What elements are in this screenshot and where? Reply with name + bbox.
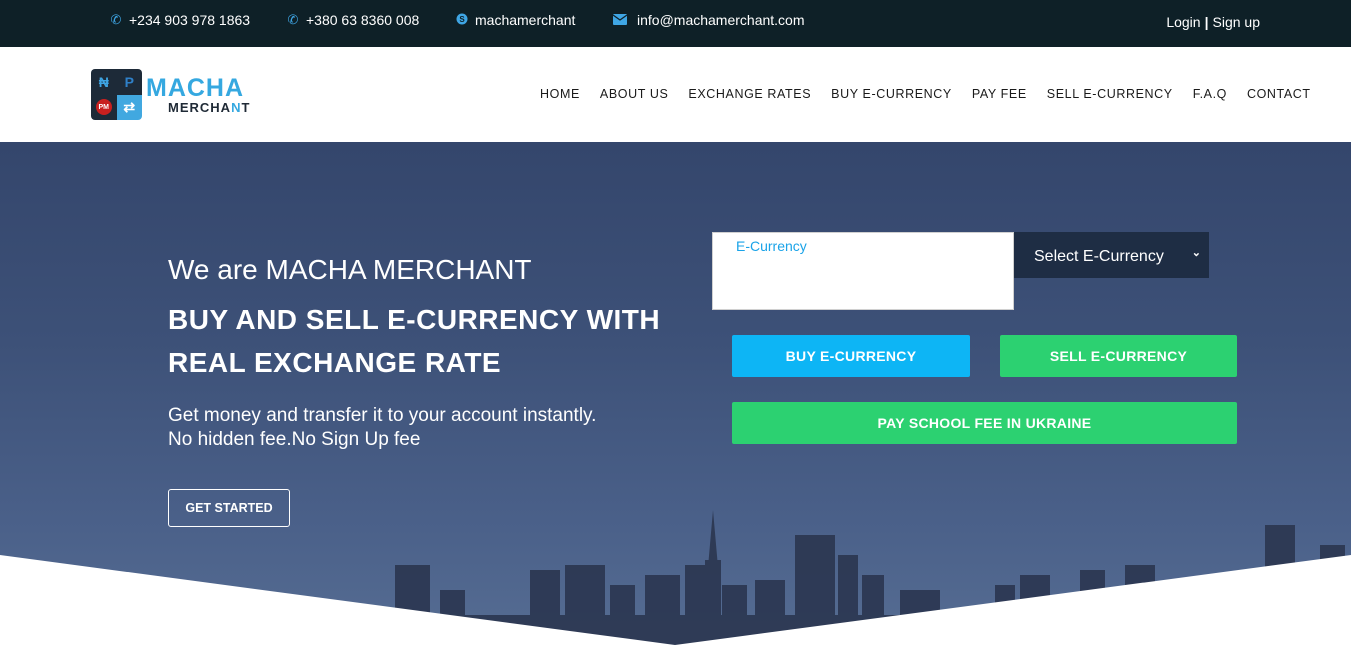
- email-address: info@machamerchant.com: [637, 12, 805, 28]
- skype-handle: machamerchant: [475, 12, 576, 28]
- perfect-money-icon: PM: [91, 94, 117, 120]
- hero-bottom-cut-shape: [0, 555, 1351, 645]
- svg-text:S: S: [459, 15, 465, 24]
- phone-contact-2[interactable]: ✆ +380 63 8360 008: [286, 12, 420, 28]
- hero-subtitle-line-2: No hidden fee.No Sign Up fee: [168, 429, 421, 450]
- e-currency-select[interactable]: Select E-Currency ⌄: [1014, 232, 1209, 278]
- nav-exchange-rates[interactable]: EXCHANGE RATES: [688, 87, 811, 101]
- phone-contact-1[interactable]: ✆ +234 903 978 1863: [109, 12, 251, 28]
- skype-contact[interactable]: S machamerchant: [455, 12, 575, 28]
- naira-icon: ₦: [91, 69, 117, 95]
- pay-school-fee-button[interactable]: PAY SCHOOL FEE IN UKRAINE: [732, 402, 1237, 444]
- e-currency-select-value: Select E-Currency: [1034, 248, 1164, 265]
- hero-subtitle: Get money and transfer it to your accoun…: [168, 404, 596, 452]
- logo-word-macha: MACHA: [146, 73, 245, 102]
- phone-number-2: +380 63 8360 008: [306, 12, 420, 28]
- paypal-icon: P: [116, 69, 142, 95]
- main-menu: HOME ABOUT US EXCHANGE RATES BUY E-CURRE…: [540, 87, 1311, 101]
- nav-sell-e-currency[interactable]: SELL E-CURRENCY: [1047, 87, 1173, 101]
- nav-pay-fee[interactable]: PAY FEE: [972, 87, 1027, 101]
- phone-number-1: +234 903 978 1863: [129, 12, 251, 28]
- logo-wordmark: MACHA MERCHANT: [146, 73, 251, 115]
- main-navbar: ₦ P PM ⇄ MACHA MERCHANT HOME ABOUT US EX…: [0, 47, 1351, 142]
- hero-intro: We are MACHA MERCHANT: [168, 254, 532, 285]
- top-contact-bar: ✆ +234 903 978 1863 ✆ +380 63 8360 008 S…: [0, 0, 1351, 47]
- hero-section: We are MACHA MERCHANT BUY AND SELL E-CUR…: [0, 142, 1351, 645]
- email-contact[interactable]: info@machamerchant.com: [612, 12, 805, 28]
- nav-about-us[interactable]: ABOUT US: [600, 87, 668, 101]
- logo-word-merchant: MERCHANT: [168, 99, 251, 115]
- hero-title: BUY AND SELL E-CURRENCY WITH REAL EXCHAN…: [168, 304, 661, 378]
- nav-buy-e-currency[interactable]: BUY E-CURRENCY: [831, 87, 952, 101]
- site-logo[interactable]: ₦ P PM ⇄ MACHA MERCHANT: [91, 69, 250, 120]
- sell-e-currency-button[interactable]: SELL E-CURRENCY: [1000, 335, 1237, 377]
- hero-subtitle-line-1: Get money and transfer it to your accoun…: [168, 405, 597, 426]
- nav-contact[interactable]: CONTACT: [1247, 87, 1311, 101]
- e-currency-input-placeholder: E-Currency: [736, 238, 807, 254]
- nav-home[interactable]: HOME: [540, 87, 580, 101]
- buy-e-currency-button[interactable]: BUY E-CURRENCY: [732, 335, 970, 377]
- auth-links: Login | Sign up: [1166, 14, 1260, 30]
- phone-icon: ✆: [287, 12, 299, 27]
- chevron-down-icon: ⌄: [1191, 247, 1201, 259]
- envelope-icon: [612, 13, 628, 28]
- skype-icon: S: [455, 13, 469, 28]
- signup-link[interactable]: Sign up: [1213, 14, 1260, 30]
- logo-mark: ₦ P PM ⇄: [91, 69, 142, 120]
- exchange-arrows-icon: ⇄: [116, 94, 142, 120]
- login-link[interactable]: Login: [1166, 14, 1200, 30]
- phone-icon: ✆: [110, 12, 122, 27]
- get-started-button[interactable]: GET STARTED: [168, 489, 290, 527]
- nav-faq[interactable]: F.A.Q: [1193, 87, 1227, 101]
- auth-separator: |: [1204, 14, 1209, 30]
- e-currency-amount-input[interactable]: E-Currency: [712, 232, 1014, 310]
